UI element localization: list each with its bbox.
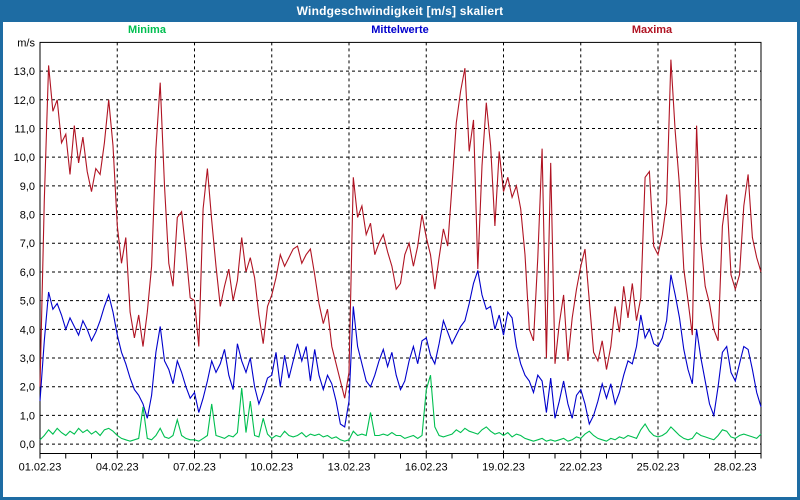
application-window: Windgeschwindigkeit [m/s] skaliert Minim… bbox=[0, 0, 800, 500]
mittelwerte-line bbox=[39, 270, 762, 428]
y-tick-label: 12,0 bbox=[14, 95, 35, 107]
y-tick-label: 3,0 bbox=[20, 353, 35, 365]
y-tick-label: 8,0 bbox=[20, 210, 35, 222]
y-tick-label: 13,0 bbox=[14, 66, 35, 78]
x-tick-label: 19.02.23 bbox=[482, 462, 525, 474]
minima-line bbox=[39, 375, 762, 442]
y-tick-label: 4,0 bbox=[20, 324, 35, 336]
x-tick-label: 04.02.23 bbox=[96, 462, 139, 474]
wind-speed-chart: 0,0 1,0 2,0 3,0 4,0 5,0 6,0 7,0 8,0 9,0 10,0 11,0 12… bbox=[14, 37, 762, 474]
y-tick-label: 7,0 bbox=[20, 238, 35, 250]
y-tick-label: 1,0 bbox=[20, 410, 35, 422]
y-axis-unit-label: m/s bbox=[17, 37, 35, 49]
x-tick-label: 28.02.23 bbox=[714, 462, 757, 474]
y-tick-label: 10,0 bbox=[14, 152, 35, 164]
x-tick-label: 01.02.23 bbox=[19, 462, 62, 474]
y-tick-label: 0,0 bbox=[20, 439, 35, 451]
y-tick-label: 2,0 bbox=[20, 382, 35, 394]
x-tick-label: 07.02.23 bbox=[173, 462, 216, 474]
x-tick-label: 16.02.23 bbox=[405, 462, 448, 474]
x-tick-label: 10.02.23 bbox=[250, 462, 293, 474]
x-tick-label: 25.02.23 bbox=[637, 462, 680, 474]
maxima-line bbox=[39, 59, 762, 399]
x-tick-label: 22.02.23 bbox=[559, 462, 602, 474]
y-tick-label: 9,0 bbox=[20, 181, 35, 193]
x-tick-label: 13.02.23 bbox=[328, 462, 371, 474]
y-tick-label: 11,0 bbox=[14, 123, 35, 135]
plot-frame bbox=[39, 41, 762, 454]
y-tick-label: 6,0 bbox=[20, 267, 35, 279]
y-tick-label: 5,0 bbox=[20, 296, 35, 308]
